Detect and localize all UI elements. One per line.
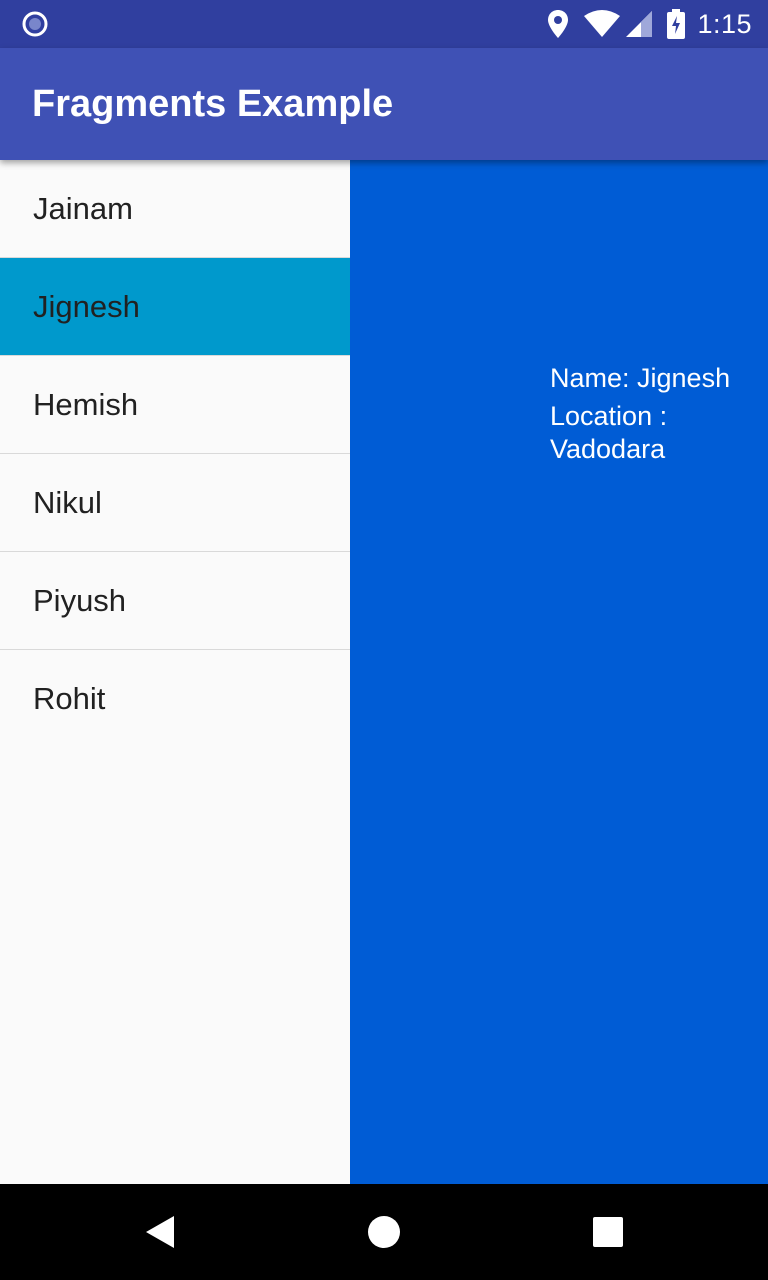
- cell-signal-icon: [626, 11, 653, 37]
- list-item-label: Piyush: [33, 583, 127, 618]
- battery-charging-icon: [667, 9, 686, 39]
- list-item-label: Nikul: [33, 485, 102, 520]
- recents-button[interactable]: [560, 1184, 656, 1280]
- back-button[interactable]: [112, 1184, 208, 1280]
- detail-pane: Name: Jignesh Location : Vadodara: [350, 160, 768, 1184]
- detail-location-value: Vadodara: [550, 434, 666, 464]
- home-button[interactable]: [336, 1184, 432, 1280]
- detail-info: Name: Jignesh Location : Vadodara: [550, 362, 760, 466]
- notification-dot-icon: [22, 11, 48, 37]
- status-time: 1:15: [697, 8, 752, 39]
- app-title: Fragments Example: [32, 83, 394, 125]
- back-icon: [146, 1216, 174, 1248]
- list-item-jainam[interactable]: Jainam: [0, 160, 350, 258]
- status-icons: 1:15: [533, 0, 752, 48]
- home-icon: [368, 1216, 400, 1248]
- list-item-nikul[interactable]: Nikul: [0, 454, 350, 552]
- list-item-piyush[interactable]: Piyush: [0, 552, 350, 650]
- recents-icon: [593, 1217, 623, 1247]
- list-item-label: Rohit: [33, 681, 106, 716]
- wifi-icon: [584, 10, 621, 37]
- app-bar: Fragments Example: [0, 48, 768, 160]
- list-item-label: Hemish: [33, 387, 139, 422]
- list-item-hemish[interactable]: Hemish: [0, 356, 350, 454]
- status-bar: 1:15: [0, 0, 768, 48]
- list-item-rohit[interactable]: Rohit: [0, 650, 350, 747]
- list-item-jignesh[interactable]: Jignesh: [0, 258, 350, 356]
- list-item-label: Jainam: [33, 191, 133, 226]
- navigation-bar: [0, 1184, 768, 1280]
- detail-location-label: Location :: [550, 401, 668, 431]
- detail-name: Name: Jignesh: [550, 363, 731, 393]
- names-list: Jainam Jignesh Hemish Nikul Piyush Rohit: [0, 160, 350, 1184]
- location-icon: [548, 10, 569, 38]
- list-item-label: Jignesh: [33, 289, 140, 324]
